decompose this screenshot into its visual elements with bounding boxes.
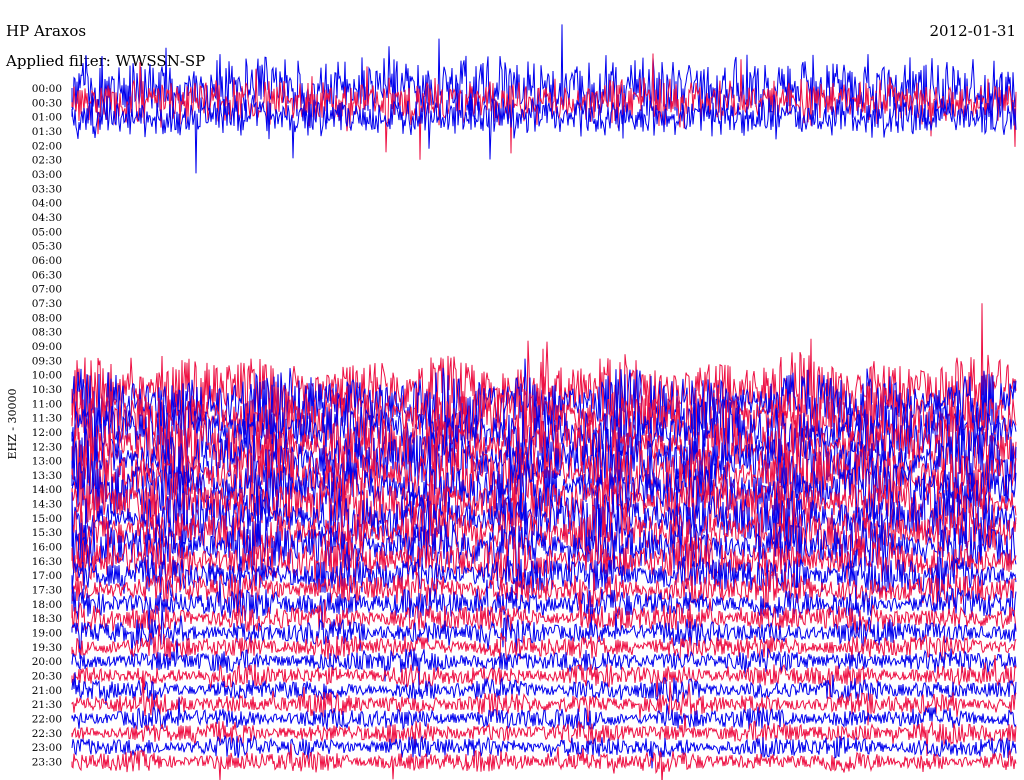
time-tick-label: 23:30 bbox=[32, 757, 62, 769]
time-tick-label: 18:00 bbox=[32, 599, 62, 611]
time-tick-label: 14:30 bbox=[32, 499, 62, 511]
time-tick-label: 01:00 bbox=[32, 112, 62, 124]
time-tick-label: 00:00 bbox=[32, 83, 62, 95]
time-tick-label: 08:30 bbox=[32, 327, 62, 339]
time-tick-label: 21:30 bbox=[32, 699, 62, 711]
date-label: 2012-01-31 bbox=[930, 22, 1016, 40]
time-tick-label: 18:30 bbox=[32, 613, 62, 625]
time-tick-label: 00:30 bbox=[32, 97, 62, 109]
time-tick-label: 06:30 bbox=[32, 269, 62, 281]
time-tick-label: 15:30 bbox=[32, 527, 62, 539]
time-tick-label: 20:30 bbox=[32, 671, 62, 683]
time-tick-label: 02:00 bbox=[32, 140, 62, 152]
time-tick-label: 23:00 bbox=[32, 742, 62, 754]
time-tick-label: 19:30 bbox=[32, 642, 62, 654]
time-tick-label: 02:30 bbox=[32, 155, 62, 167]
time-tick-label: 08:00 bbox=[32, 312, 62, 324]
time-tick-label: 01:30 bbox=[32, 126, 62, 138]
time-tick-label: 03:00 bbox=[32, 169, 62, 181]
time-tick-label: 12:30 bbox=[32, 441, 62, 453]
time-tick-label: 04:30 bbox=[32, 212, 62, 224]
time-tick-label: 22:00 bbox=[32, 714, 62, 726]
time-tick-label: 11:30 bbox=[32, 413, 62, 425]
time-tick-label: 09:00 bbox=[32, 341, 62, 353]
time-tick-label: 21:00 bbox=[32, 685, 62, 697]
time-tick-label: 16:00 bbox=[32, 542, 62, 554]
time-tick-label: 05:00 bbox=[32, 226, 62, 238]
time-tick-label: 05:30 bbox=[32, 241, 62, 253]
time-tick-labels: 00:00 00:30 01:00 01:30 02:00 02:30 03:00 03:30… bbox=[32, 83, 62, 769]
time-tick-label: 14:00 bbox=[32, 484, 62, 496]
seismic-traces bbox=[71, 24, 1017, 780]
time-tick-label: 07:00 bbox=[32, 284, 62, 296]
time-tick-label: 13:00 bbox=[32, 456, 62, 468]
time-tick-label: 07:30 bbox=[32, 298, 62, 310]
y-axis-label: EHZ - 30000 bbox=[6, 389, 19, 460]
time-tick-label: 17:30 bbox=[32, 585, 62, 597]
time-tick-label: 06:00 bbox=[32, 255, 62, 267]
time-tick-label: 11:00 bbox=[32, 398, 62, 410]
time-tick-label: 03:30 bbox=[32, 183, 62, 195]
time-tick-label: 09:30 bbox=[32, 355, 62, 367]
filter-label: Applied filter: WWSSN-SP bbox=[5, 52, 205, 70]
time-tick-label: 10:30 bbox=[32, 384, 62, 396]
time-tick-label: 16:30 bbox=[32, 556, 62, 568]
helicorder-chart: HP Araxos 2012-01-31 Applied filter: WWS… bbox=[5, 22, 1017, 780]
time-tick-label: 04:00 bbox=[32, 198, 62, 210]
station-title: HP Araxos bbox=[6, 22, 86, 40]
time-tick-label: 12:00 bbox=[32, 427, 62, 439]
time-tick-label: 13:30 bbox=[32, 470, 62, 482]
time-tick-label: 22:30 bbox=[32, 728, 62, 740]
time-tick-label: 20:00 bbox=[32, 656, 62, 668]
time-tick-label: 10:00 bbox=[32, 370, 62, 382]
time-tick-label: 15:00 bbox=[32, 513, 62, 525]
time-tick-label: 19:00 bbox=[32, 628, 62, 640]
time-tick-label: 17:00 bbox=[32, 570, 62, 582]
